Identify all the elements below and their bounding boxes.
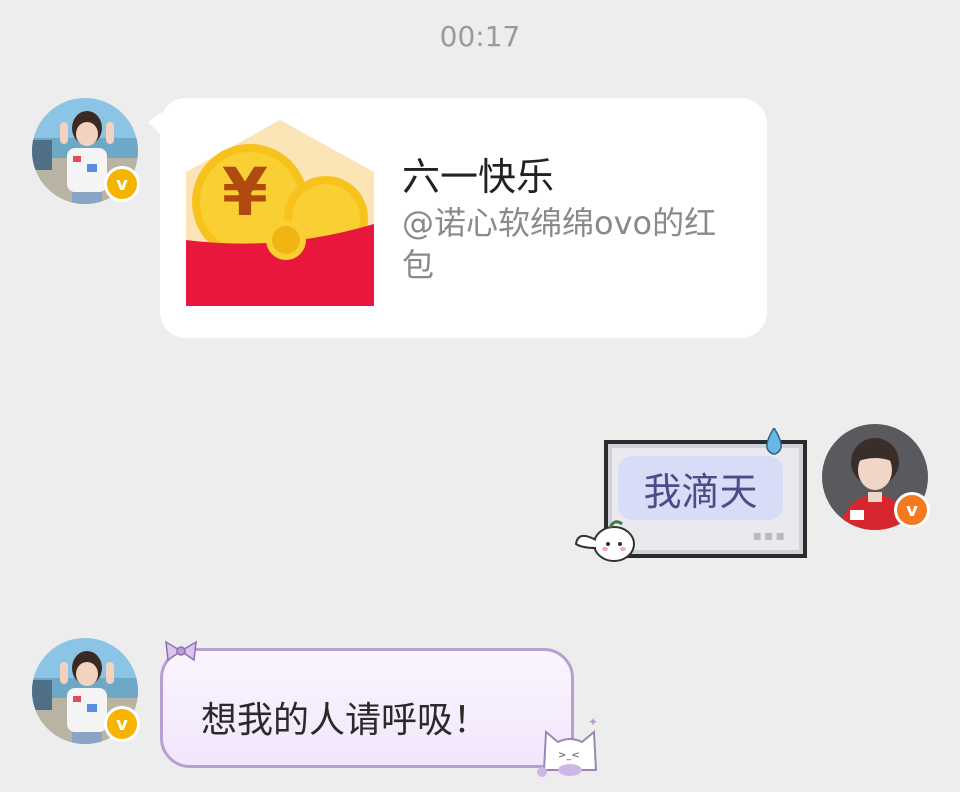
verified-badge-icon: v <box>104 166 140 202</box>
sender-avatar[interactable]: v <box>32 638 140 744</box>
message-timestamp: 00:17 <box>439 20 521 53</box>
my-avatar[interactable]: v <box>822 424 930 530</box>
water-drop-icon <box>766 428 782 455</box>
red-envelope-icon: ¥ <box>186 120 374 306</box>
verified-badge-icon: v <box>104 706 140 742</box>
pixel-dots-decoration: ▪▪▪ <box>752 528 787 544</box>
chat-page: 00:17 v ¥ 六一快乐 @诺心软绵绵ovo的红包 v 我滴天 ▪▪▪ v … <box>0 0 960 792</box>
red-packet-message[interactable]: ¥ 六一快乐 @诺心软绵绵ovo的红包 <box>148 98 767 338</box>
red-packet-subtitle: @诺心软绵绵ovo的红包 <box>402 204 717 284</box>
red-packet-title: 六一快乐 <box>402 155 555 199</box>
currency-symbol: ¥ <box>222 154 268 231</box>
bubble-tail <box>148 112 162 136</box>
bunny-sticker-icon <box>574 520 635 562</box>
sender-avatar[interactable]: v <box>32 98 140 204</box>
message-inner: 我滴天 <box>618 456 783 520</box>
cat-sticker-icon: >_< ✦ <box>537 715 598 777</box>
svg-text:>_<: >_< <box>558 750 580 761</box>
bow-icon <box>165 640 197 662</box>
verified-badge-icon: v <box>894 492 930 528</box>
received-message-text: 想我的人请呼吸！ <box>201 700 490 741</box>
received-message-bubble[interactable]: 想我的人请呼吸！ <box>160 648 574 768</box>
sent-message-text: 我滴天 <box>643 469 758 514</box>
svg-text:✦: ✦ <box>588 715 598 729</box>
